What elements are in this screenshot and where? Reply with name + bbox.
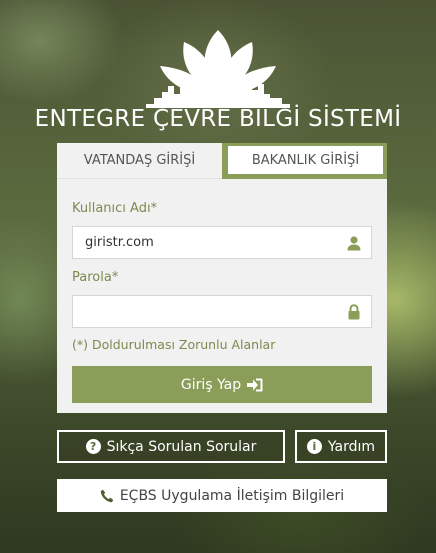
login-button-label: Giriş Yap [180, 376, 242, 393]
password-field[interactable] [72, 295, 372, 328]
contact-info-button[interactable]: EÇBS Uygulama İletişim Bilgileri [57, 479, 387, 512]
question-circle-icon: ? [85, 439, 101, 454]
login-panel: VATANDAŞ GİRİŞİ BAKANLIK GİRİŞİ Kullanıc… [57, 143, 387, 413]
help-button-label: Yardım [327, 438, 376, 455]
tab-citizen-login[interactable]: VATANDAŞ GİRİŞİ [57, 143, 222, 179]
username-value: giristr.com [85, 235, 154, 250]
faq-button[interactable]: ? Sıkça Sorulan Sorular [57, 430, 285, 463]
app-title: ENTEGRE ÇEVRE BİLGİ SİSTEMİ [34, 106, 402, 132]
sign-in-icon [247, 378, 263, 391]
login-button[interactable]: Giriş Yap [72, 366, 372, 403]
username-field[interactable]: giristr.com [72, 226, 372, 259]
faq-button-label: Sıkça Sorulan Sorular [106, 438, 257, 455]
tab-ministry-login[interactable]: BAKANLIK GİRİŞİ [222, 143, 387, 179]
tab-ministry-label: BAKANLIK GİRİŞİ [228, 146, 383, 174]
leaf-city-logo-icon [146, 30, 290, 108]
help-button[interactable]: i Yardım [295, 430, 387, 463]
contact-info-label: EÇBS Uygulama İletişim Bilgileri [119, 487, 345, 504]
required-fields-hint: (*) Doldurulması Zorunlu Alanlar [72, 337, 276, 352]
info-circle-icon: i [306, 439, 322, 454]
password-label: Parola* [72, 270, 119, 285]
phone-icon [100, 489, 114, 502]
lock-icon [348, 304, 360, 320]
username-label: Kullanıcı Adı* [72, 201, 158, 216]
user-icon [347, 236, 361, 251]
app-logo [140, 28, 296, 110]
